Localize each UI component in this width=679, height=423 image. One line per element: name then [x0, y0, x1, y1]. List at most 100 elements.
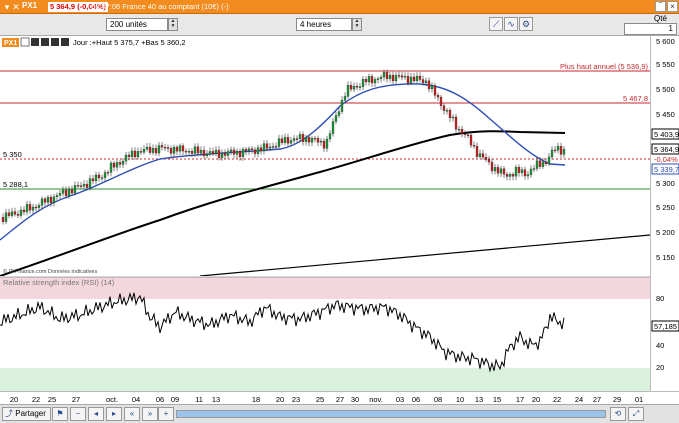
candle-body: [340, 100, 344, 112]
bottom-bar: ⤴ Partager ⚑ − ◂ ▸ « » + ⟲ ⤢: [0, 404, 679, 423]
candle-body: [46, 196, 50, 203]
zoom-out-icon[interactable]: −: [70, 407, 86, 421]
candle-body: [436, 95, 440, 98]
candle-body: [421, 79, 425, 83]
candle-body: [49, 196, 53, 203]
rsi-chart[interactable]: Relative strength index (RSI) (14): [0, 276, 650, 391]
candle-body: [373, 79, 377, 84]
rsi-tag: 57,185: [654, 322, 677, 331]
time-tick-label: 27: [336, 395, 344, 404]
reference-label: 5 350: [3, 150, 22, 159]
candle-body: [175, 146, 179, 152]
candle-body: [433, 85, 437, 96]
candle-body: [31, 206, 35, 211]
candle-body: [535, 160, 539, 169]
period-select[interactable]: 4 heures: [296, 18, 352, 31]
quantity-field[interactable]: 1: [624, 23, 677, 35]
candle-body: [265, 143, 269, 149]
candle-body: [7, 212, 11, 216]
annual-high-label: Plus haut annuel (5 536,9): [560, 62, 648, 71]
day-range-info: Jour :+Haut 5 375,7 +Bas 5 360,2: [73, 38, 186, 47]
period-stepper[interactable]: ▲ ▼: [352, 18, 362, 31]
time-tick-label: 09: [171, 395, 179, 404]
candle-body: [160, 145, 164, 148]
time-scrollbar[interactable]: [176, 410, 606, 418]
candle-body: [409, 76, 413, 84]
candle-body: [304, 137, 308, 142]
minimize-icon[interactable]: ‾: [655, 1, 666, 12]
time-scrollbar-thumb[interactable]: [177, 411, 605, 417]
oversold-zone: [0, 368, 650, 391]
candle-body: [328, 133, 332, 140]
toggle-icon-3[interactable]: [41, 38, 49, 46]
candle-body: [85, 183, 89, 188]
candle-body: [352, 86, 356, 90]
chart-type-icon[interactable]: ✕: [11, 2, 21, 12]
candle-body: [100, 177, 104, 179]
candle-body: [337, 111, 341, 116]
candle-body: [274, 146, 278, 148]
zoom-in-icon[interactable]: +: [158, 407, 174, 421]
pan-left-icon[interactable]: «: [124, 407, 140, 421]
time-tick-label: 15: [493, 395, 501, 404]
share-icon: ⤴: [5, 409, 13, 418]
price-chart[interactable]: Plus haut annuel (5 536,9) 5 467,8 5 350…: [0, 36, 651, 277]
time-tick-label: 13: [212, 395, 220, 404]
candle-body: [424, 80, 428, 83]
instrument-name: PX1: [22, 1, 38, 10]
fit-icon[interactable]: ⤢: [628, 407, 644, 421]
pan-right-icon[interactable]: »: [142, 407, 158, 421]
scroll-right-icon[interactable]: ▸: [106, 407, 122, 421]
indicator-icon[interactable]: ∿: [504, 17, 518, 31]
candle-body: [73, 185, 77, 194]
price-tick-label: 5 450: [656, 110, 675, 119]
toggle-icon-5[interactable]: [61, 38, 69, 46]
share-button[interactable]: ⤴ Partager: [2, 407, 51, 421]
units-stepper[interactable]: ▲ ▼: [168, 18, 178, 31]
close-icon[interactable]: ×: [667, 1, 678, 12]
candle-body: [91, 178, 95, 182]
candle-body: [106, 172, 110, 174]
candle-body: [115, 162, 119, 168]
candle-body: [550, 149, 554, 158]
candle-body: [553, 149, 557, 152]
toggle-icon[interactable]: [20, 37, 30, 47]
draw-tool-icon[interactable]: ⟋: [489, 17, 503, 31]
reset-icon[interactable]: ⟲: [610, 407, 626, 421]
candle-body: [391, 74, 395, 82]
candle-body: [286, 137, 290, 144]
candle-body: [268, 146, 272, 149]
rsi-title: Relative strength index (RSI) (14): [3, 278, 115, 287]
candle-body: [379, 76, 383, 79]
candle-body: [505, 173, 509, 177]
candle-body: [289, 140, 293, 144]
candle-body: [484, 157, 488, 160]
toggle-icon-4[interactable]: [51, 38, 59, 46]
candle-body: [184, 150, 188, 153]
candle-body: [307, 137, 311, 143]
candle-body: [547, 156, 551, 165]
time-tick-label: 06: [412, 395, 420, 404]
candle-body: [427, 80, 431, 90]
candle-body: [394, 75, 398, 82]
candle-body: [25, 204, 29, 213]
candle-body: [472, 145, 476, 147]
candle-body: [295, 138, 299, 140]
bookmark-icon[interactable]: ⚑: [52, 407, 68, 421]
candle-body: [202, 149, 206, 157]
candle-body: [187, 151, 191, 153]
candle-body: [112, 162, 116, 168]
rsi-tick-label: 20: [656, 363, 664, 372]
settings-icon[interactable]: ⚙: [519, 17, 533, 31]
candle-body: [457, 128, 461, 131]
candle-body: [94, 174, 98, 182]
scroll-left-icon[interactable]: ◂: [88, 407, 104, 421]
price-tick-label: 5 200: [656, 228, 675, 237]
candle-body: [559, 146, 563, 155]
change-tag: -0,04%: [654, 155, 678, 164]
time-tick-label: 24: [575, 395, 583, 404]
toggle-icon-2[interactable]: [31, 38, 39, 46]
candle-body: [136, 151, 140, 158]
units-select[interactable]: 200 unités: [106, 18, 168, 31]
price-tick-label: 5 550: [656, 60, 675, 69]
